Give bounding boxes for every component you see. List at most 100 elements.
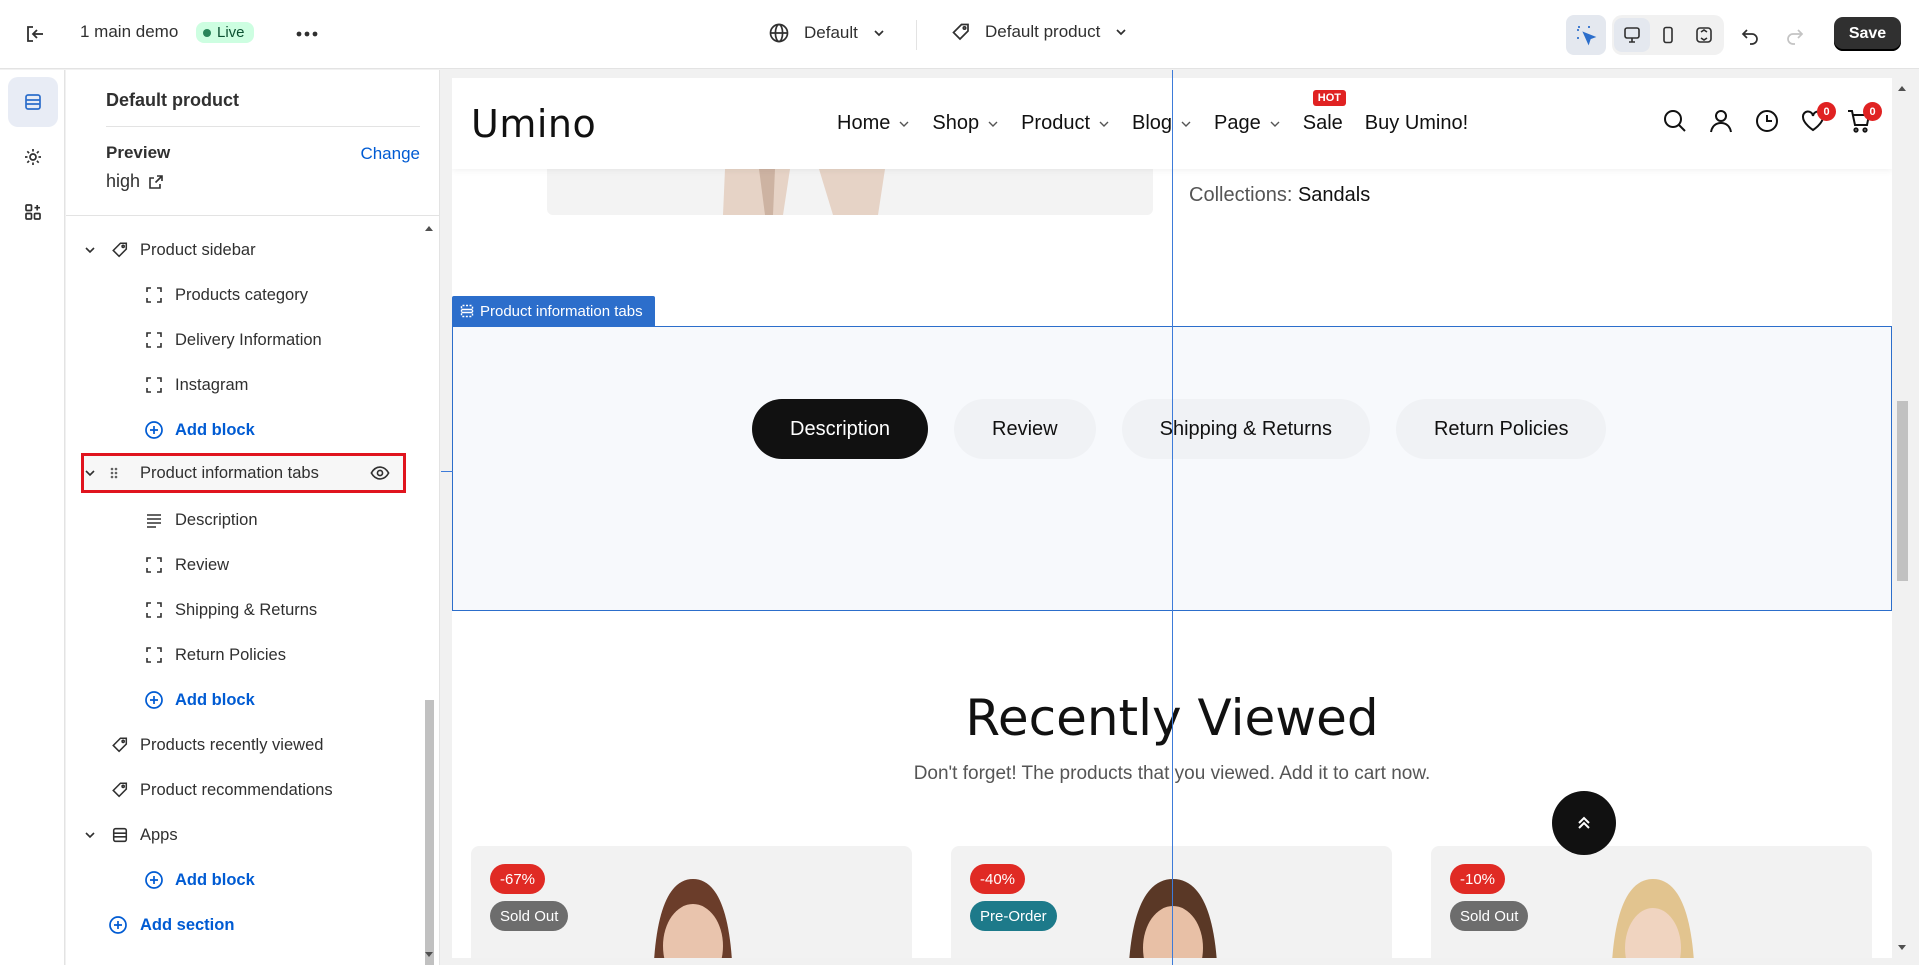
chevron-down-icon[interactable] bbox=[82, 827, 98, 843]
panel-title: Default product bbox=[106, 90, 239, 110]
tree-item-products-recently-viewed[interactable]: Products recently viewed bbox=[66, 723, 420, 767]
nav-item-sale[interactable]: Sale HOT bbox=[1303, 90, 1346, 135]
tag-icon bbox=[110, 780, 130, 800]
preview-value: high bbox=[106, 171, 141, 191]
scrollbar-thumb[interactable] bbox=[425, 700, 434, 965]
inspector-icon[interactable] bbox=[1566, 15, 1606, 55]
selected-section-tag: Product information tabs bbox=[452, 296, 655, 326]
cart-count-badge: 0 bbox=[1863, 102, 1882, 121]
tree-item-review[interactable]: Review bbox=[66, 543, 420, 587]
template-selector[interactable]: Default product bbox=[951, 22, 1128, 42]
drag-handle-icon[interactable] bbox=[104, 463, 124, 483]
nav-item-page[interactable]: Page bbox=[1214, 112, 1281, 135]
desktop-icon[interactable] bbox=[1614, 18, 1650, 52]
device-switcher bbox=[1612, 15, 1724, 55]
tree-item-instagram[interactable]: Instagram bbox=[66, 363, 420, 407]
chevron-down-icon bbox=[1099, 121, 1109, 127]
status-badge: Sold Out bbox=[1450, 901, 1529, 931]
preview-product[interactable]: high bbox=[106, 171, 164, 192]
eye-icon[interactable] bbox=[370, 463, 390, 483]
section-icon bbox=[110, 825, 130, 845]
nav-item-product[interactable]: Product bbox=[1021, 112, 1110, 135]
chevron-down-icon[interactable] bbox=[82, 465, 98, 481]
nav-item-blog[interactable]: Blog bbox=[1132, 112, 1192, 135]
preview-label: Preview bbox=[106, 143, 171, 162]
tab-shipping-returns[interactable]: Shipping & Returns bbox=[1121, 399, 1370, 459]
plus-circle-icon bbox=[144, 690, 164, 710]
scroll-down-arrow-icon[interactable] bbox=[1897, 944, 1907, 952]
discount-badge: -10% bbox=[1450, 864, 1506, 894]
panel-scrollbar[interactable] bbox=[419, 216, 439, 965]
block-icon bbox=[144, 330, 164, 350]
collection-link[interactable]: Sandals bbox=[1298, 184, 1370, 206]
cart-icon[interactable]: 0 bbox=[1846, 102, 1882, 134]
redo-icon[interactable] bbox=[1775, 15, 1815, 55]
tree-item-label: Return Policies bbox=[175, 645, 286, 664]
storefront-preview: Umino Home Shop Product Blog Page Sale HO… bbox=[441, 70, 1919, 965]
block-icon bbox=[144, 285, 164, 305]
scrollbar-thumb[interactable] bbox=[1897, 401, 1908, 581]
tree-item-apps[interactable]: Apps bbox=[66, 813, 420, 857]
block-icon bbox=[144, 375, 164, 395]
status-badge: Pre-Order bbox=[970, 901, 1057, 931]
settings-gear-icon[interactable] bbox=[8, 132, 58, 182]
exit-icon[interactable] bbox=[15, 14, 55, 54]
sections-panel: Default product Preview Change high Prod… bbox=[66, 70, 440, 965]
nav-item-home[interactable]: Home bbox=[837, 112, 910, 135]
tree-item-product-information-tabs[interactable]: Product information tabs bbox=[81, 453, 406, 493]
product-card[interactable]: -67% Sold Out bbox=[471, 846, 912, 958]
add-block-button[interactable]: Add block bbox=[66, 408, 420, 452]
tree-item-return-policies[interactable]: Return Policies bbox=[66, 633, 420, 677]
site-logo[interactable]: Umino bbox=[471, 102, 596, 146]
nav-item-buy-umino[interactable]: Buy Umino! bbox=[1365, 112, 1468, 135]
theme-name: 1 main demo bbox=[80, 22, 179, 41]
scroll-up-arrow-icon[interactable] bbox=[1897, 84, 1907, 92]
back-to-top-button[interactable] bbox=[1552, 791, 1616, 855]
section-icon bbox=[460, 304, 474, 318]
block-icon bbox=[144, 645, 164, 665]
chevron-down-icon bbox=[1270, 121, 1280, 127]
add-section-button[interactable]: Add section bbox=[66, 903, 420, 947]
product-card[interactable]: -10% Sold Out bbox=[1431, 846, 1872, 958]
tree-item-description[interactable]: Description bbox=[66, 498, 420, 542]
tree-item-products-category[interactable]: Products category bbox=[66, 273, 420, 317]
apps-icon[interactable] bbox=[8, 187, 58, 237]
scroll-down-arrow-icon[interactable] bbox=[424, 951, 434, 959]
wishlist-heart-icon[interactable]: 0 bbox=[1800, 102, 1836, 134]
add-block-button[interactable]: Add block bbox=[66, 858, 420, 902]
chevron-down-icon[interactable] bbox=[82, 242, 98, 258]
save-button[interactable]: Save bbox=[1834, 17, 1901, 51]
tree-item-label: Products recently viewed bbox=[140, 735, 324, 754]
preview-scrollbar[interactable] bbox=[1892, 78, 1912, 958]
search-icon[interactable] bbox=[1662, 108, 1688, 134]
editor-rail bbox=[0, 70, 65, 965]
tab-return-policies[interactable]: Return Policies bbox=[1395, 399, 1607, 459]
nav-item-shop[interactable]: Shop bbox=[932, 112, 999, 135]
change-preview-link[interactable]: Change bbox=[360, 144, 420, 164]
add-block-button[interactable]: Add block bbox=[66, 678, 420, 722]
tag-icon bbox=[110, 735, 130, 755]
tree-item-label: Product sidebar bbox=[140, 240, 256, 259]
tree-item-shipping-returns[interactable]: Shipping & Returns bbox=[66, 588, 420, 632]
mobile-icon[interactable] bbox=[1650, 18, 1686, 52]
sections-icon[interactable] bbox=[8, 77, 58, 127]
tree-item-label: Apps bbox=[140, 825, 178, 844]
undo-icon[interactable] bbox=[1730, 15, 1770, 55]
chevron-down-icon bbox=[899, 121, 909, 127]
recently-viewed-clock-icon[interactable] bbox=[1754, 108, 1780, 134]
tab-review[interactable]: Review bbox=[954, 399, 1096, 459]
product-image bbox=[547, 169, 1153, 215]
tree-item-delivery-information[interactable]: Delivery Information bbox=[66, 318, 420, 362]
header-icons: 0 0 bbox=[1662, 102, 1882, 134]
language-selector[interactable]: Default bbox=[768, 22, 886, 44]
fullscreen-icon[interactable] bbox=[1686, 18, 1722, 52]
tree-item-product-recommendations[interactable]: Product recommendations bbox=[66, 768, 420, 812]
product-tabs: Description Review Shipping & Returns Re… bbox=[752, 399, 1607, 459]
account-icon[interactable] bbox=[1708, 108, 1734, 134]
more-actions-icon[interactable] bbox=[287, 14, 327, 54]
chevron-down-icon bbox=[874, 30, 884, 37]
scroll-up-arrow-icon[interactable] bbox=[424, 224, 434, 232]
tab-description[interactable]: Description bbox=[752, 399, 929, 459]
tree-item-label: Shipping & Returns bbox=[175, 600, 318, 619]
tree-item-product-sidebar[interactable]: Product sidebar bbox=[66, 228, 420, 272]
